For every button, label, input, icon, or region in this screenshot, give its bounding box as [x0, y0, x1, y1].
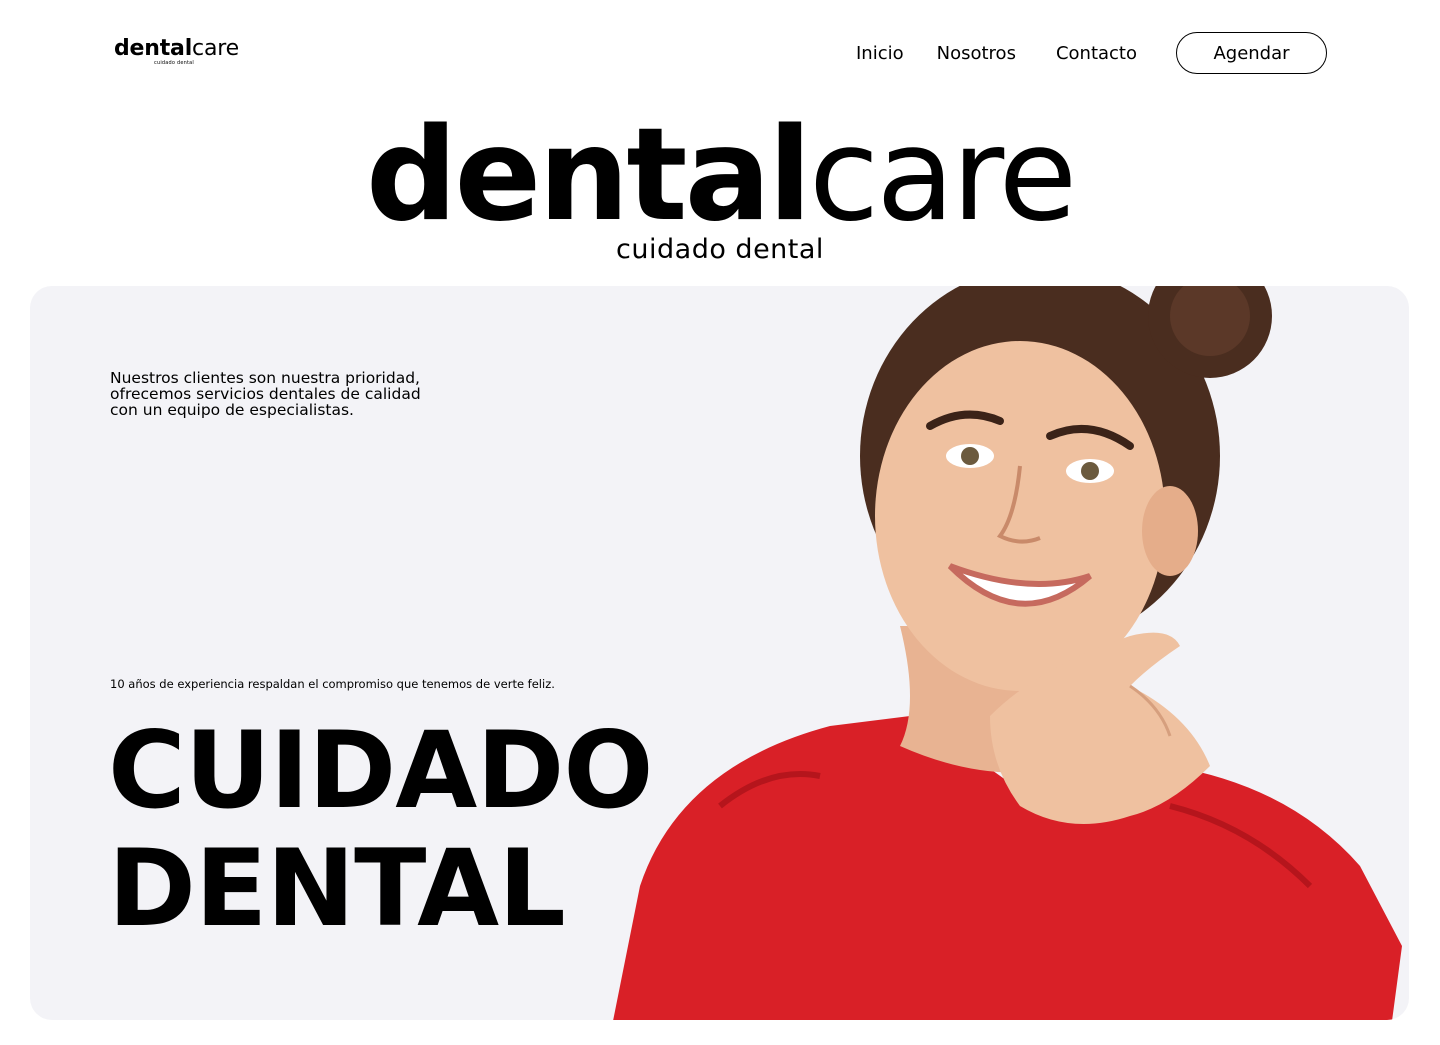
intro-line: ofrecemos servicios dentales de calidad [110, 385, 421, 403]
agendar-button[interactable]: Agendar [1176, 32, 1327, 74]
nav-link-contacto[interactable]: Contacto [1056, 43, 1137, 64]
experience-text: 10 años de experiencia respaldan el comp… [110, 677, 555, 691]
nav-link-inicio[interactable]: Inicio [856, 43, 904, 64]
face [875, 341, 1165, 691]
smiling-woman-photo [613, 286, 1402, 1020]
brand-hero: dentalcare cuidado dental [0, 112, 1440, 264]
intro-line: Nuestros clientes son nuestra prioridad, [110, 369, 420, 387]
logo-tagline: cuidado dental [154, 60, 194, 66]
intro-text: Nuestros clientes son nuestra prioridad,… [110, 370, 490, 418]
main-nav: Inicio Nosotros Contacto Agendar [856, 32, 1327, 74]
brand-bold: dental [365, 101, 812, 250]
logo[interactable]: dentalcare cuidado dental [114, 38, 239, 66]
logo-light: care [192, 36, 239, 61]
logo-bold: dental [114, 36, 193, 61]
intro-line: con un equipo de especialistas. [110, 401, 354, 419]
brand-light: care [808, 101, 1077, 250]
brand-subtitle: cuidado dental [616, 234, 824, 265]
hero-card: Nuestros clientes son nuestra prioridad,… [30, 286, 1409, 1020]
nav-link-nosotros[interactable]: Nosotros [937, 43, 1016, 64]
